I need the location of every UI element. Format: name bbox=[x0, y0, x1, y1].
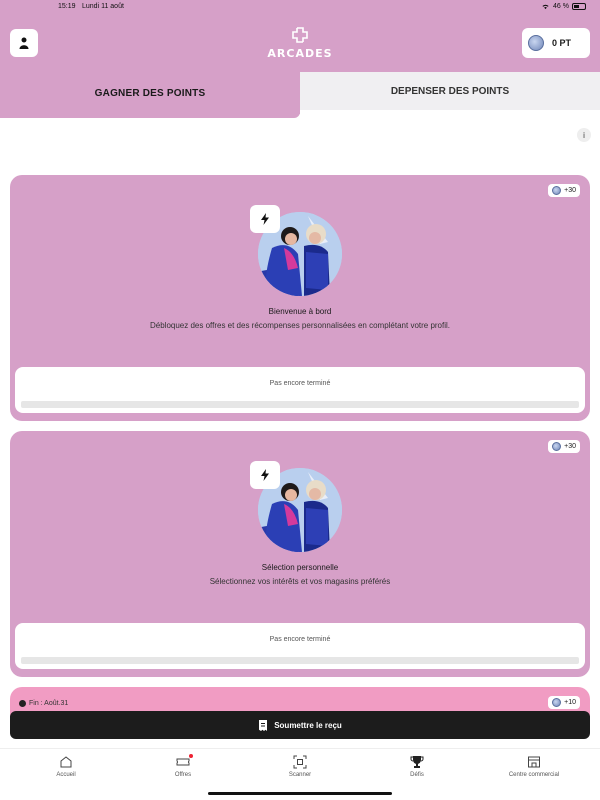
coin-icon bbox=[552, 186, 562, 195]
coin-icon bbox=[552, 442, 562, 451]
trophy-icon bbox=[410, 756, 424, 768]
notification-dot bbox=[189, 754, 193, 758]
submit-receipt-button[interactable]: Soumettre le reçu bbox=[10, 711, 590, 739]
ticket-icon bbox=[176, 758, 190, 766]
coin-icon bbox=[552, 698, 562, 707]
nav-label: Accueil bbox=[56, 772, 76, 778]
home-indicator bbox=[208, 792, 392, 795]
lightning-icon bbox=[250, 461, 280, 489]
challenge-card-selection[interactable]: +30 Sélection personnelle Sélectionnez v… bbox=[10, 431, 590, 677]
challenge-description: Sélectionnez vos intérêts et vos magasin… bbox=[209, 577, 391, 586]
points-balance-button[interactable]: 0 PT bbox=[522, 28, 590, 58]
tab-spend-points[interactable]: DEPENSER DES POINTS bbox=[300, 72, 600, 110]
nav-item-scanner[interactable]: Scanner bbox=[260, 755, 340, 778]
clock-icon bbox=[19, 700, 26, 707]
challenge-status-box: Pas encore terminé bbox=[15, 623, 585, 669]
arcades-logo-mark bbox=[292, 27, 308, 43]
app-header: ARCADES 0 PT bbox=[0, 14, 600, 72]
challenge-title: Sélection personnelle bbox=[261, 563, 339, 572]
challenge-card-welcome[interactable]: +30 Bienvenue à bord Débloquez des offre… bbox=[10, 175, 590, 421]
end-date-text: Fin : Août.31 bbox=[29, 700, 69, 707]
mall-icon bbox=[528, 756, 540, 768]
points-tabs: GAGNER DES POINTS DEPENSER DES POINTS bbox=[0, 72, 600, 118]
nav-label: Centre commercial bbox=[508, 772, 560, 778]
nav-label: Offres bbox=[174, 772, 192, 778]
status-bar: 15:19 Lundi 11 août 46 % bbox=[0, 0, 600, 14]
points-balance: 0 PT bbox=[552, 38, 572, 48]
challenge-progress-bar bbox=[21, 657, 579, 664]
nav-item-challenges[interactable]: Défis bbox=[377, 755, 457, 778]
nav-label: Scanner bbox=[288, 772, 312, 778]
reward-badge: +30 bbox=[548, 184, 580, 197]
wifi-icon bbox=[542, 4, 549, 10]
user-icon bbox=[19, 37, 29, 49]
status-time: 15:19 bbox=[58, 3, 76, 10]
reward-points: +10 bbox=[564, 699, 576, 706]
tab-earn-points[interactable]: GAGNER DES POINTS bbox=[0, 72, 300, 118]
challenge-status: Pas encore terminé bbox=[269, 380, 331, 387]
lightning-icon bbox=[250, 205, 280, 233]
nav-item-mall[interactable]: Centre commercial bbox=[494, 755, 574, 778]
battery-percent: 46 % bbox=[553, 3, 569, 10]
challenge-status: Pas encore terminé bbox=[269, 636, 331, 643]
brand-logo: ARCADES bbox=[250, 24, 350, 62]
challenge-title: Bienvenue à bord bbox=[268, 307, 332, 316]
challenge-end-date: Fin : Août.31 bbox=[19, 700, 68, 707]
nav-item-home[interactable]: Accueil bbox=[26, 755, 106, 778]
coin-icon bbox=[528, 35, 544, 51]
status-date: Lundi 11 août bbox=[82, 3, 124, 10]
receipt-icon bbox=[259, 719, 268, 731]
scan-icon bbox=[293, 755, 307, 769]
battery-icon bbox=[572, 3, 586, 10]
nav-item-offers[interactable]: Offres bbox=[143, 754, 223, 778]
profile-button[interactable] bbox=[10, 29, 38, 57]
home-icon bbox=[60, 756, 72, 768]
submit-receipt-label: Soumettre le reçu bbox=[274, 720, 342, 730]
nav-label: Défis bbox=[410, 772, 424, 778]
reward-points: +30 bbox=[564, 443, 576, 450]
challenge-progress-bar bbox=[21, 401, 579, 408]
reward-points: +30 bbox=[564, 187, 576, 194]
reward-badge: +10 bbox=[548, 696, 580, 709]
status-right: 46 % bbox=[541, 3, 586, 10]
challenge-description: Débloquez des offres et des récompenses … bbox=[149, 321, 451, 330]
challenge-status-box: Pas encore terminé bbox=[15, 367, 585, 413]
info-button[interactable]: i bbox=[577, 128, 591, 142]
brand-name: ARCADES bbox=[267, 47, 333, 60]
reward-badge: +30 bbox=[548, 440, 580, 453]
